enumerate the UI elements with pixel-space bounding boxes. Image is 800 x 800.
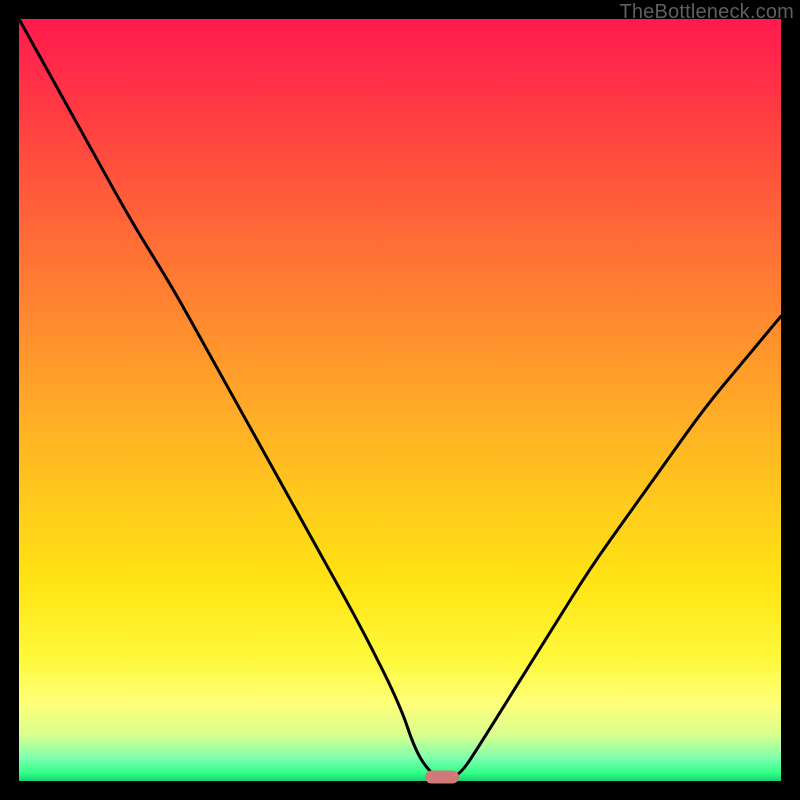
bottleneck-curve [19, 19, 781, 781]
chart-frame: TheBottleneck.com [0, 0, 800, 800]
optimal-point-marker [425, 771, 459, 784]
chart-plot-area [19, 19, 781, 781]
watermark-text: TheBottleneck.com [619, 1, 794, 24]
